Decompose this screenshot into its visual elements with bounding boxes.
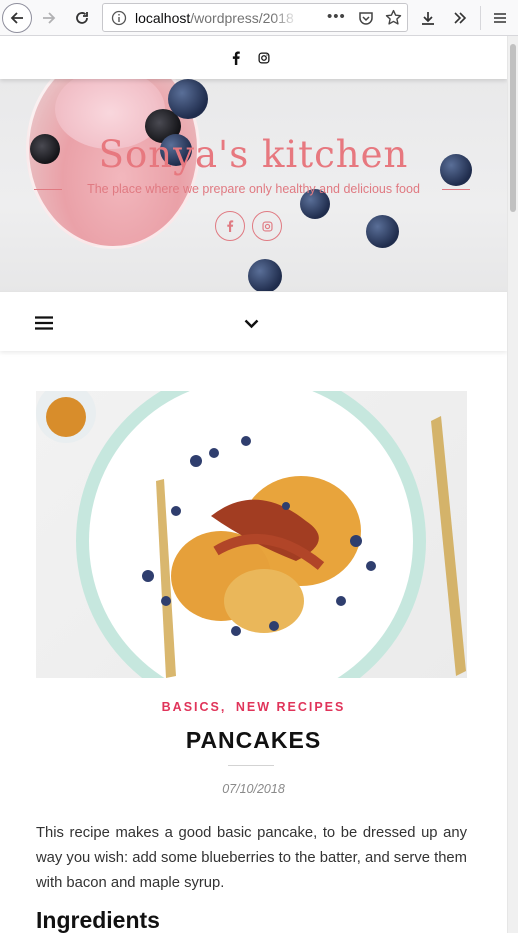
page-scrollbar[interactable] <box>507 36 518 933</box>
browser-toolbar: localhost/wordpress/2018 ••• <box>0 0 518 36</box>
url-host: localhost <box>135 10 191 26</box>
blueberry-image <box>248 259 282 291</box>
info-icon[interactable] <box>111 10 127 31</box>
overflow-icon[interactable] <box>446 4 474 32</box>
main-navbar <box>0 291 507 351</box>
title-divider <box>228 765 274 766</box>
reload-icon[interactable] <box>68 4 96 32</box>
url-fade <box>273 6 299 30</box>
hamburger-menu-icon[interactable] <box>35 316 53 335</box>
bookmark-star-icon[interactable] <box>385 9 402 31</box>
page-actions-icon[interactable]: ••• <box>327 8 346 25</box>
post-featured-image[interactable] <box>36 391 467 678</box>
back-icon[interactable] <box>2 3 32 33</box>
category-link-new-recipes[interactable]: NEW RECIPES <box>236 700 346 714</box>
pocket-icon[interactable] <box>358 10 374 31</box>
page: Sonya's kitchen The place where we prepa… <box>0 37 507 933</box>
tagline-line-right <box>442 189 470 190</box>
post-excerpt: This recipe makes a good basic pancake, … <box>36 825 467 891</box>
top-social-bar <box>0 37 507 79</box>
blueberry-image <box>168 79 208 119</box>
facebook-icon[interactable] <box>231 51 241 70</box>
post-date[interactable]: 07/10/2018 <box>0 782 507 796</box>
site-title[interactable]: Sonya's kitchen <box>0 133 507 176</box>
url-bar[interactable]: localhost/wordpress/2018 ••• <box>102 3 408 32</box>
post-categories: BASICS, NEW RECIPES <box>0 700 507 714</box>
ingredients-heading: Ingredients <box>36 907 160 933</box>
instagram-icon[interactable] <box>252 211 282 241</box>
forward-icon[interactable] <box>35 4 63 32</box>
site-tagline: The place where we prepare only healthy … <box>87 182 420 196</box>
instagram-icon[interactable] <box>258 51 270 69</box>
chevron-down-icon[interactable] <box>244 316 259 334</box>
category-link-basics[interactable]: BASICS, <box>162 700 227 714</box>
hero-header: Sonya's kitchen The place where we prepa… <box>0 79 507 291</box>
facebook-icon[interactable] <box>215 211 245 241</box>
download-icon[interactable] <box>414 4 442 32</box>
scrollbar-thumb[interactable] <box>510 44 516 212</box>
toolbar-separator <box>480 6 481 30</box>
post-title[interactable]: PANCAKES <box>0 727 507 754</box>
menu-icon[interactable] <box>486 4 514 32</box>
blueberry-image <box>366 215 399 248</box>
